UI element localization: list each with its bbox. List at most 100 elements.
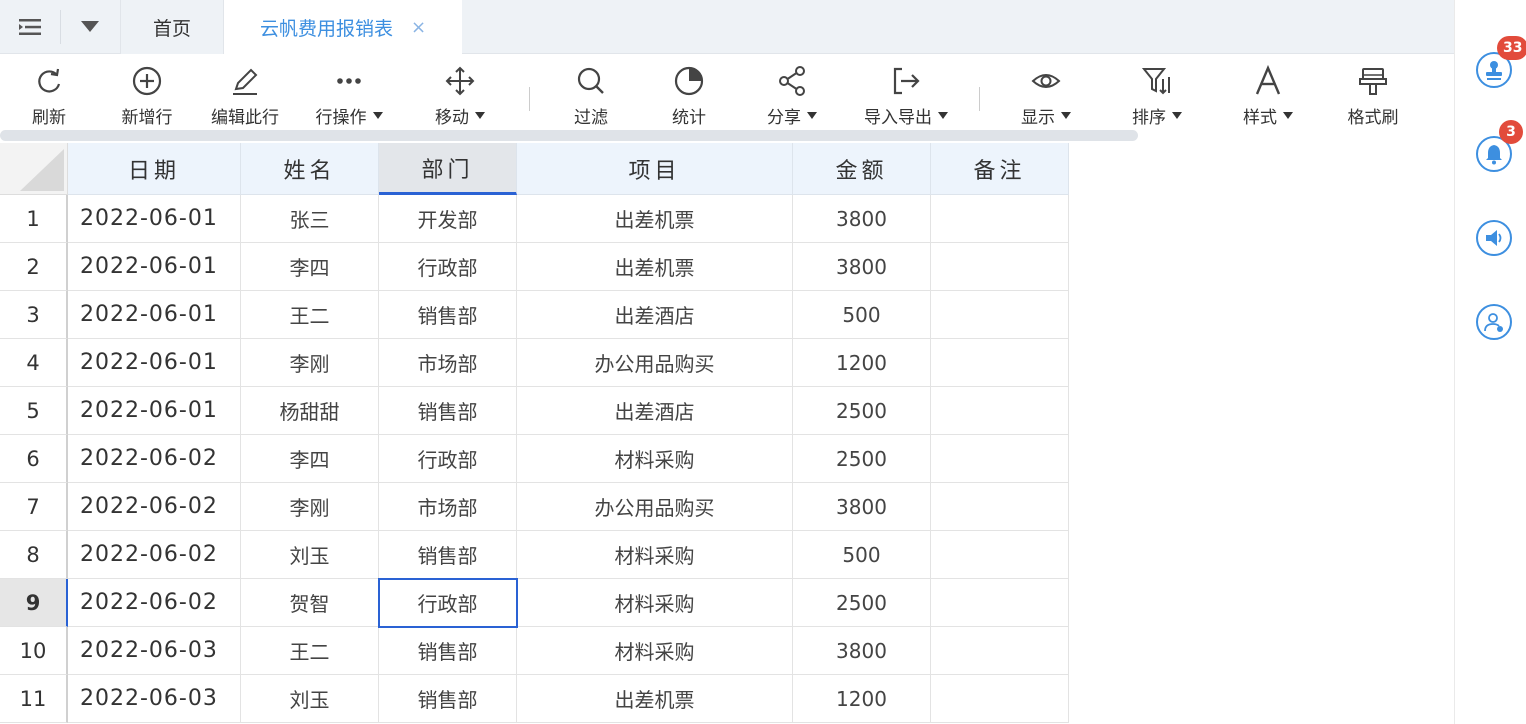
cell-dept[interactable]: 销售部 [379, 291, 517, 339]
cell-project[interactable]: 出差酒店 [517, 291, 793, 339]
cell-amount[interactable]: 3800 [793, 243, 931, 291]
row-header[interactable]: 7 [0, 483, 68, 531]
cell-name[interactable]: 李四 [241, 435, 379, 483]
cell-dept[interactable]: 销售部 [379, 627, 517, 675]
edit-row-button[interactable]: 编辑此行 [195, 65, 295, 128]
import-export-button[interactable]: 导入导出 [856, 65, 956, 128]
cell-date[interactable]: 2022-06-01 [68, 291, 241, 339]
cell-name[interactable]: 贺智 [241, 579, 379, 627]
column-header-project[interactable]: 项目 [517, 143, 793, 195]
row-header[interactable]: 2 [0, 243, 68, 291]
cell-name[interactable]: 刘玉 [241, 675, 379, 723]
cell-dept[interactable]: 市场部 [379, 483, 517, 531]
cell-project[interactable]: 材料采购 [517, 579, 793, 627]
format-painter-button[interactable]: 格式刷 [1323, 65, 1423, 128]
cell-remark[interactable] [931, 291, 1069, 339]
cell-remark[interactable] [931, 339, 1069, 387]
cell-dept[interactable]: 销售部 [379, 675, 517, 723]
cell-project[interactable]: 出差机票 [517, 195, 793, 243]
cell-date[interactable]: 2022-06-01 [68, 387, 241, 435]
move-button[interactable]: 移动 [410, 65, 510, 128]
add-row-button[interactable]: 新增行 [97, 65, 197, 128]
cell-amount[interactable]: 500 [793, 531, 931, 579]
row-header[interactable]: 9 [0, 579, 68, 627]
sidebar-item-account[interactable] [1476, 304, 1512, 340]
cell-dept[interactable]: 市场部 [379, 339, 517, 387]
cell-name[interactable]: 刘玉 [241, 531, 379, 579]
cell-remark[interactable] [931, 243, 1069, 291]
cell-name[interactable]: 王二 [241, 627, 379, 675]
cell-amount[interactable]: 2500 [793, 387, 931, 435]
cell-project[interactable]: 出差机票 [517, 675, 793, 723]
close-icon[interactable]: × [411, 17, 426, 38]
column-header-amount[interactable]: 金额 [793, 143, 931, 195]
cell-name[interactable]: 王二 [241, 291, 379, 339]
cell-name[interactable]: 张三 [241, 195, 379, 243]
filter-button[interactable]: 过滤 [541, 65, 641, 128]
refresh-button[interactable]: 刷新 [0, 65, 99, 128]
share-button[interactable]: 分享 [742, 65, 842, 128]
row-actions-button[interactable]: 行操作 [299, 65, 399, 128]
cell-date[interactable]: 2022-06-02 [68, 483, 241, 531]
cell-name[interactable]: 杨甜甜 [241, 387, 379, 435]
cell-date[interactable]: 2022-06-01 [68, 243, 241, 291]
cell-remark[interactable] [931, 531, 1069, 579]
row-header[interactable]: 11 [0, 675, 68, 723]
cell-dept[interactable]: 销售部 [379, 387, 517, 435]
tab-home[interactable]: 首页 [120, 0, 224, 54]
row-header[interactable]: 1 [0, 195, 68, 243]
cell-name[interactable]: 李刚 [241, 483, 379, 531]
cell-amount[interactable]: 3800 [793, 195, 931, 243]
cell-project[interactable]: 办公用品购买 [517, 483, 793, 531]
column-header-name[interactable]: 姓名 [241, 143, 379, 195]
horizontal-scrollbar[interactable] [0, 130, 1138, 141]
sort-button[interactable]: 排序 [1107, 65, 1207, 128]
cell-date[interactable]: 2022-06-02 [68, 435, 241, 483]
cell-amount[interactable]: 2500 [793, 435, 931, 483]
cell-date[interactable]: 2022-06-03 [68, 627, 241, 675]
cell-amount[interactable]: 3800 [793, 483, 931, 531]
cell-remark[interactable] [931, 483, 1069, 531]
cell-dept[interactable]: 行政部 [379, 435, 517, 483]
style-button[interactable]: 样式 [1218, 65, 1318, 128]
cell-project[interactable]: 办公用品购买 [517, 339, 793, 387]
cell-name[interactable]: 李四 [241, 243, 379, 291]
cell-remark[interactable] [931, 579, 1069, 627]
column-header-dept[interactable]: 部门 [379, 143, 517, 195]
cell-project[interactable]: 出差酒店 [517, 387, 793, 435]
statistics-button[interactable]: 统计 [639, 65, 739, 128]
column-header-remark[interactable]: 备注 [931, 143, 1069, 195]
menu-toggle-button[interactable] [0, 0, 60, 54]
cell-dept[interactable]: 销售部 [379, 531, 517, 579]
row-header[interactable]: 5 [0, 387, 68, 435]
cell-amount[interactable]: 500 [793, 291, 931, 339]
cell-remark[interactable] [931, 195, 1069, 243]
row-header[interactable]: 8 [0, 531, 68, 579]
cell-date[interactable]: 2022-06-02 [68, 531, 241, 579]
cell-amount[interactable]: 1200 [793, 339, 931, 387]
cell-project[interactable]: 材料采购 [517, 435, 793, 483]
cell-date[interactable]: 2022-06-01 [68, 195, 241, 243]
cell-name[interactable]: 李刚 [241, 339, 379, 387]
row-header[interactable]: 10 [0, 627, 68, 675]
row-header[interactable]: 3 [0, 291, 68, 339]
row-header[interactable]: 4 [0, 339, 68, 387]
column-header-date[interactable]: 日期 [68, 143, 241, 195]
cell-date[interactable]: 2022-06-03 [68, 675, 241, 723]
cell-project[interactable]: 材料采购 [517, 531, 793, 579]
cell-date[interactable]: 2022-06-02 [68, 579, 241, 627]
cell-amount[interactable]: 3800 [793, 627, 931, 675]
tab-expense-sheet[interactable]: 云帆费用报销表 × [224, 0, 462, 55]
cell-amount[interactable]: 1200 [793, 675, 931, 723]
cell-remark[interactable] [931, 387, 1069, 435]
display-button[interactable]: 显示 [996, 65, 1096, 128]
cell-project[interactable]: 材料采购 [517, 627, 793, 675]
cell-remark[interactable] [931, 627, 1069, 675]
tab-list-dropdown[interactable] [61, 0, 119, 54]
cell-remark[interactable] [931, 435, 1069, 483]
cell-remark[interactable] [931, 675, 1069, 723]
row-header[interactable]: 6 [0, 435, 68, 483]
select-all-corner[interactable] [0, 143, 68, 195]
cell-amount[interactable]: 2500 [793, 579, 931, 627]
sidebar-item-announcements[interactable] [1476, 220, 1512, 256]
